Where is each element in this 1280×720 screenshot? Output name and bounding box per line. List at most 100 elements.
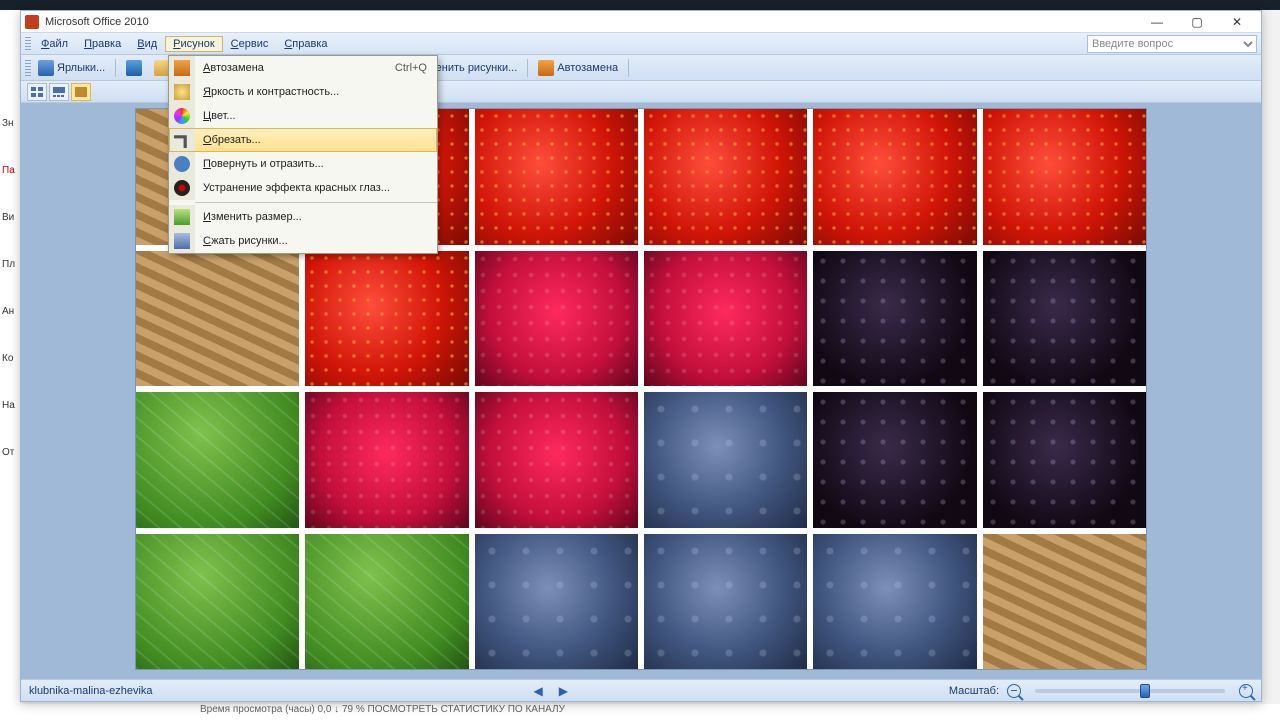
os-taskbar bbox=[0, 0, 1280, 10]
image-cell bbox=[983, 109, 1146, 245]
menubar: ФайлПравкаВидРисунокСервисСправка Введит… bbox=[21, 33, 1261, 55]
menu-правка[interactable]: Правка bbox=[76, 36, 129, 52]
ic-compress-icon bbox=[174, 233, 190, 249]
menu-item[interactable]: Яркость и контрастность... bbox=[169, 80, 437, 104]
status-bar: klubnika-malina-ezhevika ◀ ▶ Масштаб: bbox=[21, 679, 1261, 701]
help-search-select[interactable]: Введите вопрос bbox=[1087, 35, 1257, 53]
autocorrect-button[interactable]: Автозамена bbox=[533, 58, 623, 78]
menu-gutter bbox=[169, 176, 195, 200]
ic-redeye-icon bbox=[174, 180, 190, 196]
app-icon bbox=[25, 15, 39, 29]
thumbnails-icon bbox=[31, 87, 43, 97]
menu-item[interactable]: Устранение эффекта красных глаз... bbox=[169, 176, 437, 200]
app-title: Microsoft Office 2010 bbox=[45, 16, 149, 28]
image-cell bbox=[475, 109, 638, 245]
zoom-thumb[interactable] bbox=[1140, 684, 1150, 698]
autocorrect-label: Автозамена bbox=[557, 62, 618, 74]
image-cell bbox=[475, 534, 638, 670]
menu-вид[interactable]: Вид bbox=[129, 36, 165, 52]
image-cell bbox=[983, 392, 1146, 528]
ic-auto-icon bbox=[174, 60, 190, 76]
image-cell bbox=[305, 392, 468, 528]
titlebar[interactable]: Microsoft Office 2010 — ▢ ✕ bbox=[21, 11, 1261, 33]
window-minimize-button[interactable]: — bbox=[1137, 12, 1177, 32]
view-single-button[interactable] bbox=[71, 83, 91, 101]
next-image-button[interactable]: ▶ bbox=[555, 684, 572, 698]
menu-сервис[interactable]: Сервис bbox=[223, 36, 277, 52]
ic-color-icon bbox=[174, 108, 190, 124]
ic-bright-icon bbox=[174, 84, 190, 100]
toolbar-separator bbox=[628, 59, 629, 77]
menu-gutter bbox=[169, 128, 195, 152]
menu-item[interactable]: Изменить размер... bbox=[169, 205, 437, 229]
image-cell bbox=[475, 392, 638, 528]
ic-resize-icon bbox=[174, 209, 190, 225]
view-filmstrip-button[interactable] bbox=[49, 83, 69, 101]
menu-item[interactable]: Обрезать... bbox=[169, 128, 437, 152]
menu-item-label: Цвет... bbox=[203, 110, 427, 122]
menu-shortcut: Ctrl+Q bbox=[395, 62, 427, 74]
image-cell bbox=[136, 392, 299, 528]
image-cell bbox=[644, 534, 807, 670]
zoom-slider[interactable] bbox=[1035, 689, 1225, 693]
image-cell bbox=[136, 251, 299, 387]
menu-файл[interactable]: Файл bbox=[33, 36, 76, 52]
picture-menu-dropdown[interactable]: АвтозаменаCtrl+Q Яркость и контрастность.… bbox=[168, 55, 438, 254]
menu-item-label: Автозамена bbox=[203, 62, 395, 74]
prev-image-button[interactable]: ◀ bbox=[529, 684, 546, 698]
menu-item[interactable]: АвтозаменаCtrl+Q bbox=[169, 56, 437, 80]
menu-item-label: Изменить размер... bbox=[203, 211, 427, 223]
menu-item[interactable]: Сжать рисунки... bbox=[169, 229, 437, 253]
menu-справка[interactable]: Справка bbox=[276, 36, 335, 52]
menu-item[interactable]: Цвет... bbox=[169, 104, 437, 128]
image-cell bbox=[305, 534, 468, 670]
window-close-button[interactable]: ✕ bbox=[1217, 12, 1257, 32]
shortcuts-button[interactable]: Ярлыки... bbox=[33, 58, 110, 78]
menu-gutter bbox=[169, 152, 195, 176]
menu-item-label: Яркость и контрастность... bbox=[203, 86, 427, 98]
menu-рисунок[interactable]: Рисунок bbox=[165, 36, 223, 52]
image-cell bbox=[813, 534, 976, 670]
menu-gutter bbox=[169, 205, 195, 229]
help-search[interactable]: Введите вопрос bbox=[1087, 35, 1257, 53]
menu-item-label: Повернуть и отразить... bbox=[203, 158, 427, 170]
autocorrect-icon bbox=[538, 60, 554, 76]
menu-gutter bbox=[169, 229, 195, 253]
menu-gutter bbox=[169, 56, 195, 80]
menu-separator bbox=[195, 202, 437, 203]
image-cell bbox=[644, 392, 807, 528]
image-cell bbox=[983, 534, 1146, 670]
image-cell bbox=[983, 251, 1146, 387]
menu-item-label: Обрезать... bbox=[203, 134, 427, 146]
zoom-out-button[interactable] bbox=[1007, 684, 1021, 698]
office-window: Microsoft Office 2010 — ▢ ✕ ФайлПравкаВи… bbox=[20, 10, 1262, 702]
menu-gutter bbox=[169, 104, 195, 128]
shortcuts-label: Ярлыки... bbox=[57, 62, 105, 74]
view-thumbnails-button[interactable] bbox=[27, 83, 47, 101]
menu-item[interactable]: Повернуть и отразить... bbox=[169, 152, 437, 176]
image-cell bbox=[813, 251, 976, 387]
zoom-in-button[interactable] bbox=[1239, 684, 1253, 698]
image-cell bbox=[644, 109, 807, 245]
save-button[interactable] bbox=[121, 58, 147, 78]
menubar-grip[interactable] bbox=[25, 37, 31, 51]
toolbar-separator bbox=[527, 59, 528, 77]
ic-crop-icon bbox=[174, 132, 190, 148]
bg-bottom-text: Время просмотра (часы) 0,0 ↓ 79 % ПОСМОТ… bbox=[0, 704, 1280, 720]
image-cell bbox=[305, 251, 468, 387]
shortcuts-icon bbox=[38, 60, 54, 76]
menu-gutter bbox=[169, 80, 195, 104]
image-cell bbox=[136, 534, 299, 670]
status-filename: klubnika-malina-ezhevika bbox=[29, 685, 153, 697]
image-cell bbox=[813, 392, 976, 528]
menu-item-label: Сжать рисунки... bbox=[203, 235, 427, 247]
toolbar-grip[interactable] bbox=[25, 60, 31, 76]
window-maximize-button[interactable]: ▢ bbox=[1177, 12, 1217, 32]
filmstrip-icon bbox=[53, 87, 65, 97]
save-icon bbox=[126, 60, 142, 76]
bg-sidebar: ЗнПаВиПлАнКоНаОт bbox=[0, 100, 20, 476]
image-cell bbox=[475, 251, 638, 387]
zoom-label: Масштаб: bbox=[949, 685, 999, 697]
ic-rotate-icon bbox=[174, 156, 190, 172]
toolbar-separator bbox=[115, 59, 116, 77]
